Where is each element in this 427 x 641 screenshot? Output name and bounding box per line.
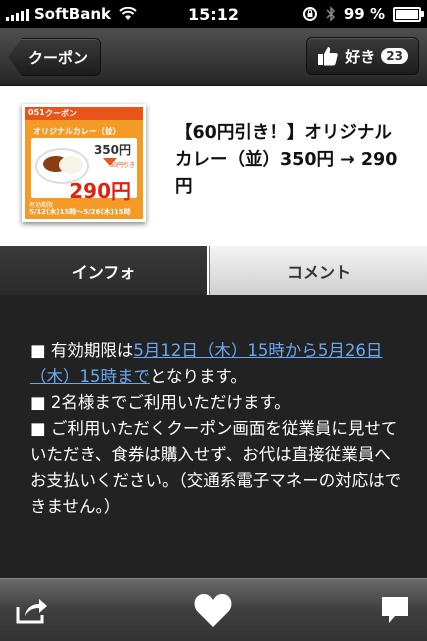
share-button[interactable]: [12, 589, 52, 631]
favorite-button[interactable]: [190, 589, 236, 631]
like-count-badge: 23: [381, 48, 408, 64]
signal-icon: [6, 7, 29, 21]
thumbs-up-icon: [318, 47, 338, 66]
bottom-toolbar: [0, 578, 427, 641]
like-label: 好き: [345, 47, 376, 66]
rotation-lock-icon: [302, 7, 317, 21]
usage-instructions: ■ ご利用いただくクーポン画面を従業員に見せていただき、食券は購入せず、お代は直…: [30, 419, 402, 516]
tab-info[interactable]: インフォ: [0, 246, 207, 295]
thumbnail-period: 5/12(木)15時〜5/26(木)15時: [29, 208, 131, 216]
validity-suffix: となります。: [150, 367, 247, 386]
bluetooth-icon: [326, 6, 335, 22]
info-text: ■ 有効期限は5月12日（木）15時から5月26日（木）15時までとなります。 …: [30, 338, 402, 520]
thumbnail-product-name: オリジナルカレー（並）: [33, 127, 121, 136]
coupon-thumbnail[interactable]: 051 クーポン オリジナルカレー（並） 350円 60円引き 290円 有効期…: [22, 104, 146, 222]
thumbnail-old-price: 350円: [93, 143, 131, 157]
comment-icon: [382, 597, 408, 623]
coupon-header: 051 クーポン オリジナルカレー（並） 350円 60円引き 290円 有効期…: [0, 86, 427, 246]
back-button[interactable]: クーポン: [8, 38, 102, 76]
wifi-icon: [119, 7, 137, 20]
share-icon: [16, 599, 47, 624]
tab-bar: インフォ コメント: [0, 246, 427, 295]
comment-button[interactable]: [374, 589, 416, 631]
navigation-bar: クーポン 好き 23: [0, 28, 427, 86]
tab-comment-label: コメント: [286, 262, 351, 282]
thumbnail-discount: 60円引き: [109, 162, 135, 169]
tab-comment[interactable]: コメント: [209, 246, 427, 295]
thumbnail-header-text: クーポン: [45, 109, 77, 118]
thumbnail-card: 350円 60円引き 290円: [31, 138, 137, 203]
thumbnail-number: 051: [28, 108, 45, 117]
thumbnail-new-price: 290円: [69, 179, 131, 203]
battery-percent: 99 %: [343, 5, 385, 23]
battery-fill: [396, 9, 418, 19]
info-panel: ■ 有効期限は5月12日（木）15時から5月26日（木）15時までとなります。 …: [0, 295, 427, 578]
heart-icon: [194, 593, 232, 627]
back-button-label: クーポン: [28, 48, 89, 67]
coupon-title: 【60円引き！】オリジナルカレー（並）350円 → 290円: [175, 123, 398, 197]
validity-line: ■ 有効期限は5月12日（木）15時から5月26日（木）15時までとなります。: [30, 338, 402, 390]
battery-icon: [393, 6, 424, 22]
validity-prefix: ■ 有効期限は: [30, 341, 134, 360]
like-button[interactable]: 好き 23: [306, 37, 419, 75]
tab-info-label: インフォ: [71, 262, 136, 282]
status-bar: SoftBank 15:12 99 %: [0, 0, 427, 28]
guest-limit-line: ■ 2名様までご利用いただけます。: [30, 393, 291, 412]
carrier-name: SoftBank: [34, 5, 112, 23]
